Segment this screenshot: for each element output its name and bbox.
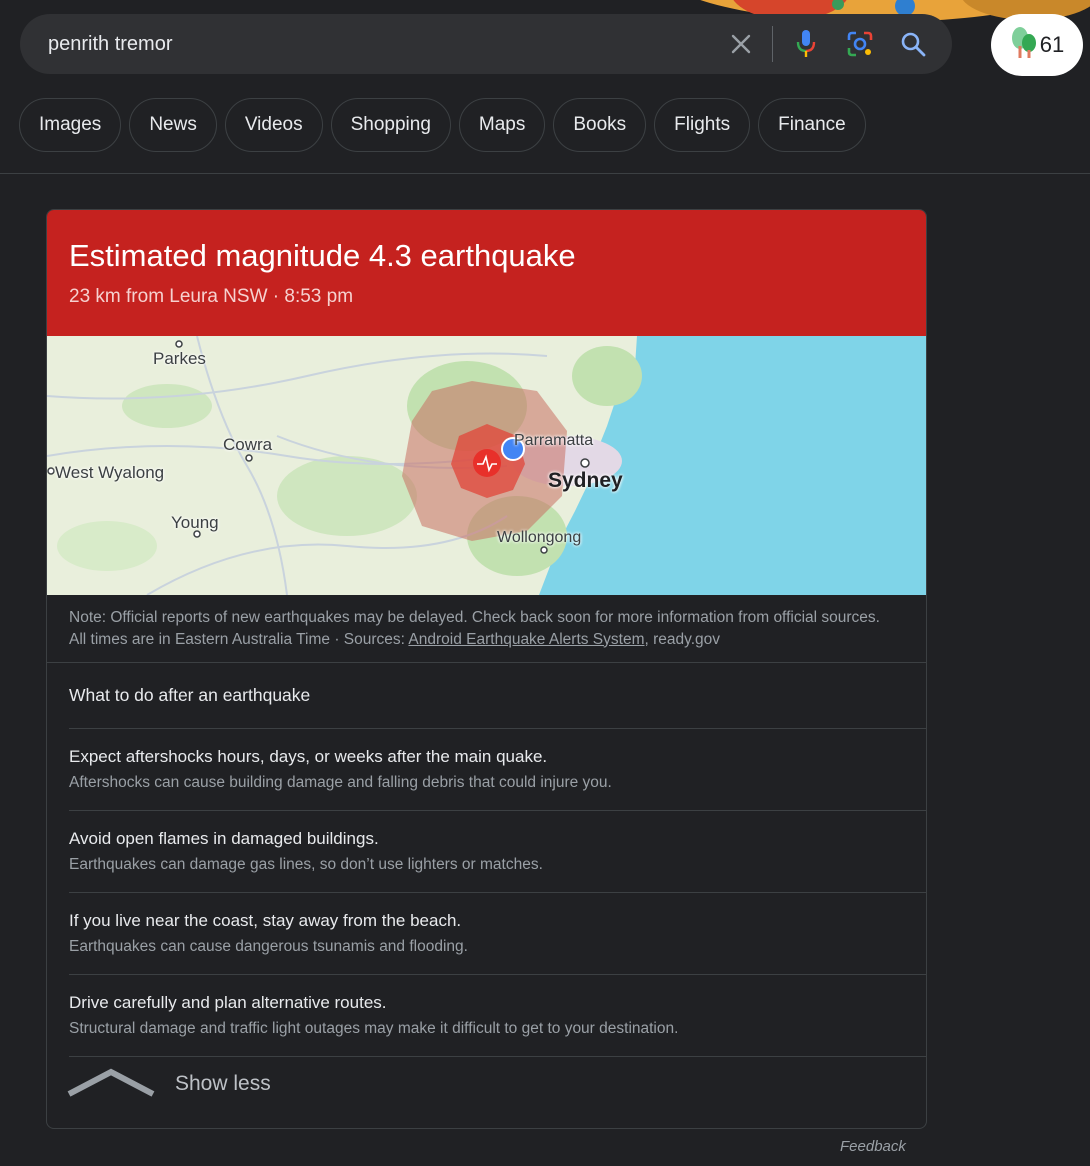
close-icon[interactable] [723,26,759,62]
earthquake-alert-card: Estimated magnitude 4.3 earthquake 23 km… [46,209,927,1129]
advice-heading: What to do after an earthquake [69,663,926,729]
chip-news[interactable]: News [129,98,217,152]
tip-title: Drive carefully and plan alternative rou… [69,993,387,1012]
alert-header: Estimated magnitude 4.3 earthquake 23 km… [47,210,926,336]
tree-counter-badge[interactable]: 61 [991,14,1083,76]
chevron-up-icon [67,1066,155,1103]
show-less-label: Show less [175,1072,271,1095]
note-sources-line: All times are in Eastern Australia Time … [69,629,904,651]
chip-maps[interactable]: Maps [458,98,546,152]
tip-desc: Aftershocks can cause building damage an… [69,774,612,791]
tip-desc: Earthquakes can damage gas lines, so don… [69,856,543,873]
tip-item: Drive carefully and plan alternative rou… [69,975,926,1057]
search-bar [20,14,952,74]
map-label-parramatta: Parramatta [514,432,594,449]
tip-title: Expect aftershocks hours, days, or weeks… [69,747,548,766]
tree-count: 61 [1039,32,1065,57]
tip-item: Avoid open flames in damaged buildings. … [69,811,926,893]
earthquake-map[interactable]: Parkes Cowra West Wyalong Young Parramat… [47,336,926,595]
tip-desc: Structural damage and traffic light outa… [69,1020,679,1037]
map-label-west-wyalong: West Wyalong [55,463,165,482]
map-label-sydney: Sydney [548,469,623,492]
map-label-young: Young [171,513,219,532]
tip-title: Avoid open flames in damaged buildings. [69,829,379,848]
microphone-icon[interactable] [788,26,824,62]
search-filter-chips: Images News Videos Shopping Maps Books F… [19,98,866,152]
tip-item: If you live near the coast, stay away fr… [69,893,926,975]
tip-item: Expect aftershocks hours, days, or weeks… [69,729,926,811]
search-icon[interactable] [895,26,931,62]
search-divider [772,26,773,62]
map-label-parkes: Parkes [153,349,206,368]
map-label-wollongong: Wollongong [497,529,582,546]
chip-videos[interactable]: Videos [224,98,323,152]
chip-shopping[interactable]: Shopping [330,98,451,152]
source-link[interactable]: Android Earthquake Alerts System [408,631,644,648]
show-less-button[interactable]: Show less [47,1057,926,1111]
note-delay-text: Note: Official reports of new earthquake… [69,609,880,626]
map-label-cowra: Cowra [223,435,273,454]
tree-icon [1010,26,1038,65]
note-sources-prefix: All times are in Eastern Australia Time … [69,630,409,648]
search-input[interactable] [48,30,688,58]
alert-subtitle: 23 km from Leura NSW · 8:53 pm [69,286,354,307]
feedback-link[interactable]: Feedback [840,1138,906,1155]
tip-desc: Earthquakes can cause dangerous tsunamis… [69,938,468,955]
chip-finance[interactable]: Finance [758,98,866,152]
header-divider [0,173,1090,174]
alert-title: Estimated magnitude 4.3 earthquake [69,238,576,273]
camera-lens-icon[interactable] [842,26,878,62]
tip-title: If you live near the coast, stay away fr… [69,911,462,930]
chip-images[interactable]: Images [19,98,122,152]
chip-books[interactable]: Books [553,98,647,152]
chip-flights[interactable]: Flights [654,98,751,152]
alert-note: Note: Official reports of new earthquake… [47,595,926,663]
note-sources-suffix: , ready.gov [644,630,721,648]
